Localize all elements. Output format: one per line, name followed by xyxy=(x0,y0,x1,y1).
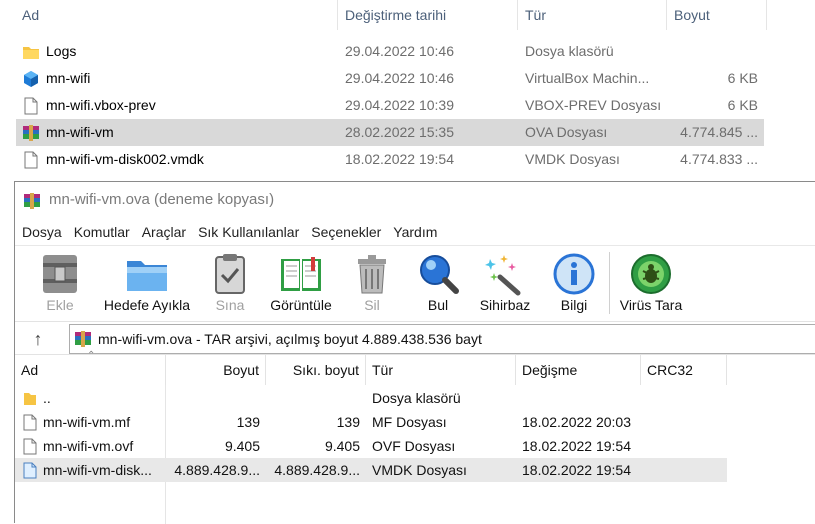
info-icon xyxy=(553,253,595,295)
archive-path-field[interactable]: mn-wifi-vm.ova - TAR arşivi, açılmış boy… xyxy=(69,324,815,354)
folder-icon xyxy=(24,393,36,405)
list-header-type[interactable]: Tür xyxy=(366,355,516,385)
sort-caret-icon: ⌃ xyxy=(87,350,96,361)
up-arrow-icon[interactable]: ↑ xyxy=(25,326,51,352)
magic-wand-icon xyxy=(485,255,521,296)
winrar-app-icon xyxy=(24,193,40,209)
sort-caret-icon: ⌃ xyxy=(170,0,178,5)
list-item[interactable]: mn-wifi-vm.mf 139 139 MF Dosyası 18.02.2… xyxy=(15,410,727,434)
list-header-packed-size[interactable]: Sıkı. boyut xyxy=(266,355,366,385)
delete-button[interactable]: Sil xyxy=(349,246,395,322)
winrar-archive-icon xyxy=(23,125,39,141)
virus-scan-icon xyxy=(631,254,671,294)
file-icon xyxy=(24,97,38,115)
column-header-size[interactable]: Boyut xyxy=(668,0,767,30)
menu-araclar[interactable]: Araçlar xyxy=(136,220,192,244)
magnifier-icon xyxy=(420,255,459,294)
add-button[interactable]: Ekle xyxy=(37,246,83,322)
window-title: mn-wifi-vm.ova (deneme kopyası) xyxy=(49,191,275,208)
add-archive-icon xyxy=(43,255,77,293)
menu-komutlar[interactable]: Komutlar xyxy=(68,220,136,244)
extract-to-button[interactable]: Hedefe Ayıkla xyxy=(95,246,199,322)
test-clipboard-icon xyxy=(215,254,245,294)
list-item[interactable]: mn-wifi-vm.ovf 9.405 9.405 OVF Dosyası 1… xyxy=(15,434,727,458)
menu-yardim[interactable]: Yardım xyxy=(387,220,443,244)
list-header-modified[interactable]: Değişme xyxy=(516,355,641,385)
menu-dosya[interactable]: Dosya xyxy=(15,220,68,244)
trash-icon xyxy=(358,255,386,294)
explorer-row-selected[interactable]: mn-wifi-vm 28.02.2022 15:35 OVA Dosyası … xyxy=(16,119,764,146)
folder-extract-icon xyxy=(127,261,167,291)
list-header-size[interactable]: Boyut xyxy=(166,355,266,385)
explorer-row[interactable]: mn-wifi 29.04.2022 10:46 VirtualBox Mach… xyxy=(16,65,764,92)
file-list: Ad ⌃ Boyut Sıkı. boyut Tür Değişme CRC32… xyxy=(15,350,815,524)
file-icon xyxy=(24,151,38,169)
list-header-crc32[interactable]: CRC32 xyxy=(641,355,727,385)
explorer-column-header: Ad ⌃ Değiştirme tarihi Tür Boyut xyxy=(0,0,815,30)
window-titlebar[interactable]: mn-wifi-vm.ova (deneme kopyası) xyxy=(15,182,815,218)
explorer-row[interactable]: Logs 29.04.2022 10:46 Dosya klasörü xyxy=(16,38,764,65)
winrar-window: mn-wifi-vm.ova (deneme kopyası) Dosya Ko… xyxy=(14,181,815,524)
address-bar: ↑ mn-wifi-vm.ova - TAR arşivi, açılmış b… xyxy=(15,321,815,355)
column-header-date[interactable]: Değiştirme tarihi xyxy=(339,0,518,30)
column-header-type[interactable]: Tür xyxy=(519,0,667,30)
list-item-parent[interactable]: .. Dosya klasörü xyxy=(15,386,727,410)
find-button[interactable]: Bul xyxy=(415,246,461,322)
file-icon xyxy=(23,414,37,431)
menu-bar: Dosya Komutlar Araçlar Sık Kullanılanlar… xyxy=(15,220,815,244)
test-button[interactable]: Sına xyxy=(207,246,253,322)
list-item-selected[interactable]: mn-wifi-vm-disk... 4.889.428.9... 4.889.… xyxy=(15,458,727,482)
explorer-row[interactable]: mn-wifi-vm-disk002.vmdk 18.02.2022 19:54… xyxy=(16,146,764,173)
folder-icon xyxy=(23,47,39,59)
book-view-icon xyxy=(281,257,321,291)
file-icon xyxy=(23,438,37,455)
virtualbox-icon xyxy=(24,71,38,87)
menu-sik-kullanilanlar[interactable]: Sık Kullanılanlar xyxy=(192,220,305,244)
file-explorer-pane: Ad ⌃ Değiştirme tarihi Tür Boyut Logs 29… xyxy=(0,0,815,180)
toolbar-separator xyxy=(609,252,610,314)
vmdk-file-icon xyxy=(23,462,37,479)
menu-secenekler[interactable]: Seçenekler xyxy=(305,220,387,244)
wizard-button[interactable]: Sihirbaz xyxy=(475,246,535,322)
winrar-archive-icon xyxy=(75,331,91,347)
explorer-row[interactable]: mn-wifi.vbox-prev 29.04.2022 10:39 VBOX-… xyxy=(16,92,764,119)
toolbar: Ekle Hedefe Ayıkla Sına Görüntüle Sil Bu xyxy=(15,245,815,321)
view-button[interactable]: Görüntüle xyxy=(265,246,337,322)
virus-scan-button[interactable]: Virüs Tara xyxy=(615,246,687,322)
info-button[interactable]: Bilgi xyxy=(549,246,599,322)
